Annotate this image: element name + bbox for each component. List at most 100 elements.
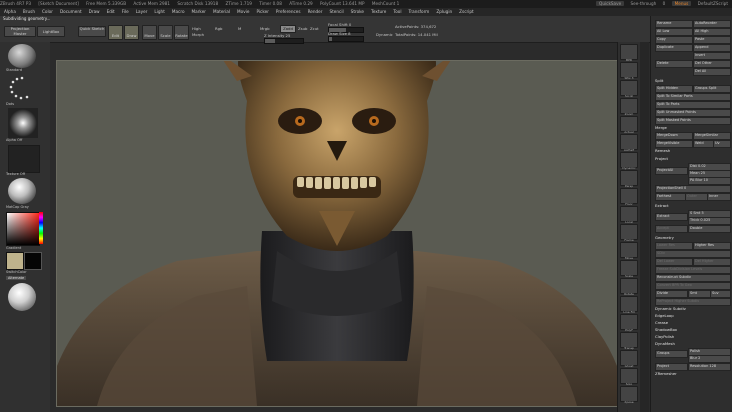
color-picker[interactable]: [6, 212, 40, 246]
menu-light[interactable]: Light: [154, 9, 164, 14]
menu-alpha[interactable]: Alpha: [4, 9, 16, 14]
convert-bpr-button[interactable]: Convert BPR To Geo: [655, 282, 731, 290]
uv-button[interactable]: Uv: [713, 140, 731, 148]
menu-layer[interactable]: Layer: [136, 9, 148, 14]
subtool-insert-button[interactable]: Insert: [693, 52, 731, 60]
gradient-label[interactable]: Gradient: [6, 246, 21, 250]
pa-blur-slider[interactable]: PA Blur 10: [688, 177, 731, 185]
menu-zplugin[interactable]: Zplugin: [436, 9, 452, 14]
menu-macro[interactable]: Macro: [172, 9, 185, 14]
groups-button[interactable]: Groups: [655, 350, 688, 358]
blur-slider[interactable]: Blur 2: [688, 355, 731, 363]
subtool-append-button[interactable]: Append: [693, 44, 731, 52]
divide-button[interactable]: Divide: [655, 290, 688, 298]
groups-split-button[interactable]: Groups Split: [693, 85, 731, 93]
menu-stroke[interactable]: Stroke: [351, 9, 364, 14]
edgeloop-section[interactable]: EdgeLoop: [655, 313, 674, 318]
remesh-section[interactable]: Remesh: [655, 148, 670, 153]
subtool-del-other-button[interactable]: Del Other: [693, 60, 731, 68]
subtool-del-all-button[interactable]: Del All: [693, 68, 731, 76]
dynamic-label[interactable]: Dynamic: [376, 32, 393, 37]
split-section[interactable]: Split: [655, 78, 663, 83]
menu-transform[interactable]: Transform: [408, 9, 429, 14]
claypolish-section[interactable]: ClayPolish: [655, 334, 674, 339]
thick-slider[interactable]: Thick 0.025: [688, 217, 731, 225]
menu-color[interactable]: Color: [42, 9, 53, 14]
project-section[interactable]: Project: [655, 156, 668, 161]
menu-edit[interactable]: Edit: [107, 9, 115, 14]
split-hidden-button[interactable]: Split Hidden: [655, 85, 693, 93]
menu-stencil[interactable]: Stencil: [329, 9, 343, 14]
sdiv-slider[interactable]: SDiv: [655, 250, 731, 258]
scale-button[interactable]: Scale: [158, 25, 173, 40]
menu-texture[interactable]: Texture: [371, 9, 386, 14]
m-label[interactable]: M: [238, 26, 241, 31]
secondary-color-swatch[interactable]: [24, 252, 42, 270]
freeze-subdivision-button[interactable]: Freeze SubDivision Levels: [655, 266, 731, 274]
draw-button[interactable]: Draw: [124, 25, 139, 40]
farthest-button[interactable]: Farthest: [655, 193, 686, 201]
geometry-section[interactable]: Geometry: [655, 235, 674, 240]
menu-draw[interactable]: Draw: [89, 9, 100, 14]
alternate-material-thumbnail[interactable]: [8, 283, 36, 311]
zcut-button[interactable]: Zcut: [310, 26, 319, 31]
menu-marker[interactable]: Marker: [192, 9, 206, 14]
merge-down-button[interactable]: MergeDown: [655, 132, 693, 140]
project-all-button[interactable]: ProjectAll: [655, 167, 688, 175]
accept-button[interactable]: Accept: [655, 225, 688, 233]
lightbox-button[interactable]: LightBox: [37, 26, 65, 37]
merge-similar-button[interactable]: MergeSimilar: [693, 132, 731, 140]
high-label[interactable]: High: [192, 26, 201, 31]
zsub-button[interactable]: Zsub: [298, 26, 307, 31]
hue-strip[interactable]: [39, 212, 43, 244]
smt-button[interactable]: Smt: [688, 290, 711, 298]
reproject-button[interactable]: ReProject Higher Subdiv: [655, 298, 731, 306]
shadowbox-section[interactable]: ShadowBox: [655, 327, 677, 332]
crease-section[interactable]: Crease: [655, 320, 668, 325]
dynamesh-project-button[interactable]: Project: [655, 363, 688, 371]
projection-master-button[interactable]: Projection Master: [4, 26, 36, 37]
subtool-copy-button[interactable]: Copy: [655, 36, 693, 44]
quick-sketch-button[interactable]: Quick Sketch: [78, 26, 106, 37]
viewport-canvas[interactable]: [56, 60, 618, 407]
split-button-3[interactable]: Split To Parts: [655, 101, 731, 109]
del-lower-button[interactable]: Del Lower: [655, 258, 693, 266]
rgb-label[interactable]: Rgb: [215, 26, 222, 31]
z-intensity-slider[interactable]: [264, 38, 304, 44]
draw-size-slider[interactable]: [328, 36, 364, 42]
extract-section[interactable]: Extract: [655, 203, 669, 208]
alpha-thumbnail[interactable]: [8, 108, 38, 138]
inner-button[interactable]: Inner: [707, 193, 731, 201]
menu-tool[interactable]: Tool: [393, 9, 401, 14]
split-button-2[interactable]: Split To Similar Parts: [655, 93, 731, 101]
menu-zscript[interactable]: Zscript: [459, 9, 474, 14]
subtool-autoreorder-button[interactable]: AutoReorder: [693, 20, 731, 28]
texture-thumbnail[interactable]: [8, 145, 40, 173]
extract-button[interactable]: Extract: [655, 213, 688, 221]
edit-button[interactable]: Edit: [108, 25, 123, 40]
higher-res-button[interactable]: Higher Res: [693, 242, 731, 250]
del-higher-button[interactable]: Del Higher: [693, 258, 731, 266]
dynamesh-section[interactable]: DynaMesh: [655, 341, 675, 346]
default-zscript[interactable]: DefaultZScript: [698, 1, 728, 6]
switch-color-label[interactable]: SwitchColor: [6, 270, 27, 274]
dynamic-subdiv-section[interactable]: Dynamic Subdiv: [655, 306, 686, 311]
reconstruct-subdiv-button[interactable]: Reconstruct Subdiv: [655, 274, 731, 282]
menu-render[interactable]: Render: [308, 9, 323, 14]
zadd-button[interactable]: Zadd: [280, 25, 296, 33]
material-thumbnail[interactable]: [8, 178, 36, 204]
subtool-delete-button[interactable]: Delete: [655, 60, 693, 68]
menu-document[interactable]: Document: [60, 9, 82, 14]
projection-shell-slider[interactable]: ProjectionShell 0: [655, 185, 731, 193]
rotate-button[interactable]: Rotate: [174, 25, 189, 40]
brush-thumbnail[interactable]: [8, 44, 36, 68]
move-button[interactable]: Move: [142, 25, 157, 40]
menu-picker[interactable]: Picker: [256, 9, 268, 14]
menu-preferences[interactable]: Preferences: [276, 9, 301, 14]
main-color-swatch[interactable]: [6, 252, 24, 270]
resolution-slider[interactable]: Resolution 128: [688, 363, 731, 371]
merge-section[interactable]: Merge: [655, 125, 667, 130]
model-render[interactable]: [57, 61, 617, 406]
split-button-4[interactable]: Split Unmasked Points: [655, 109, 731, 117]
alternate-label[interactable]: Alternate: [6, 276, 27, 280]
